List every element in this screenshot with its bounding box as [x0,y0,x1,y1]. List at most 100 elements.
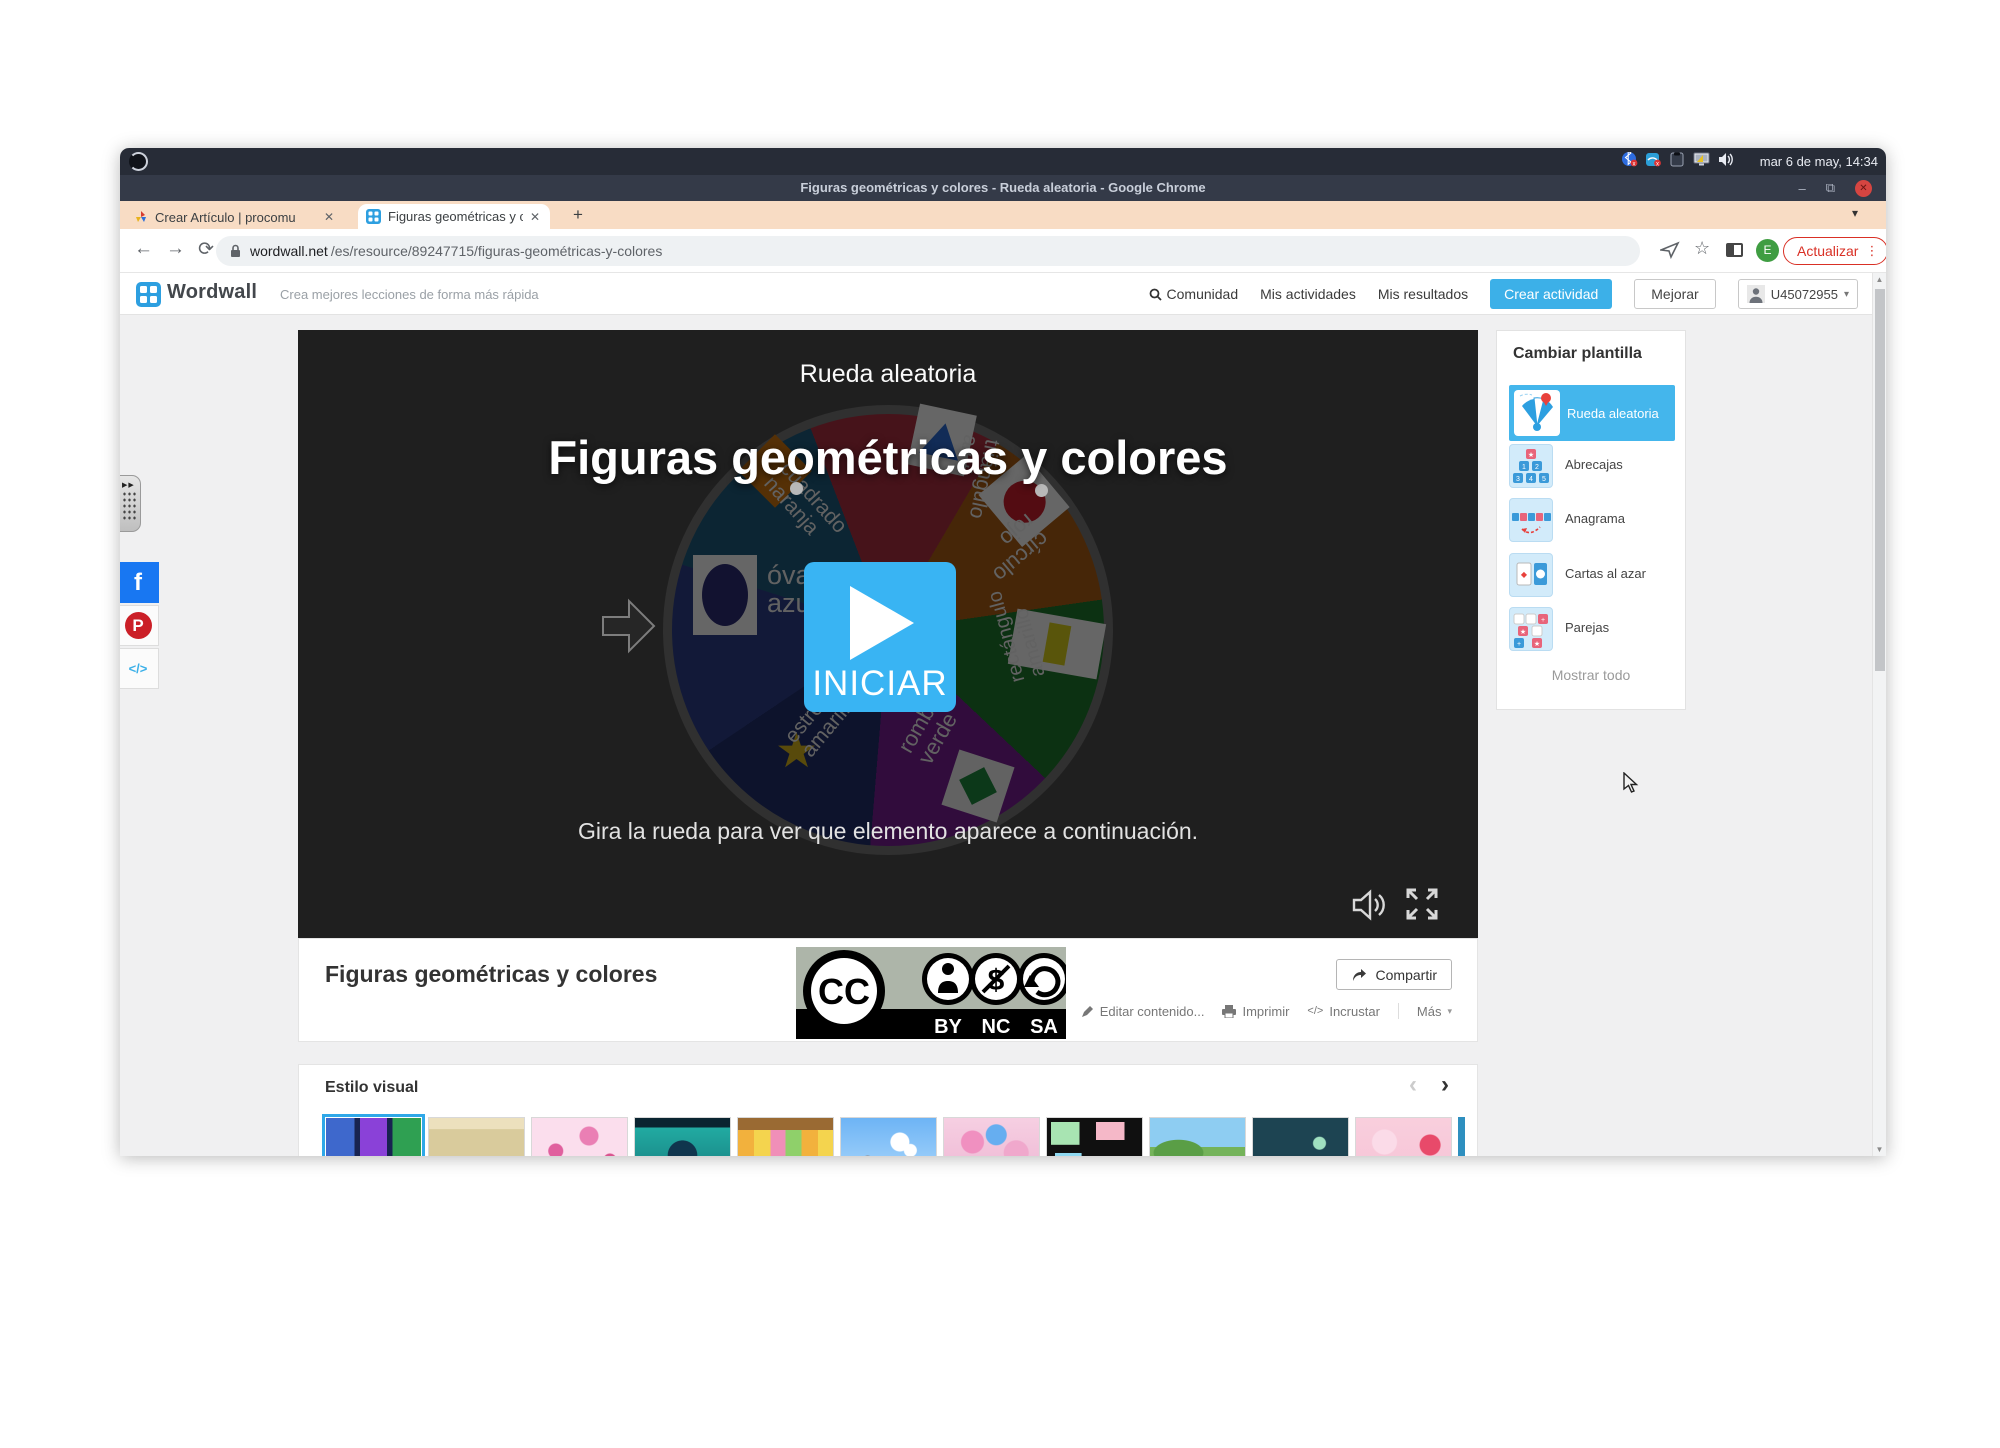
pinterest-share-button[interactable]: P [120,605,159,646]
theme-thumb-spooky[interactable] [1252,1117,1349,1156]
send-to-device-icon[interactable] [1660,241,1680,264]
browser-window: x x mar 6 de may, 14:34 Figuras geométri… [120,148,1886,1156]
template-item-rueda-aleatoria[interactable]: Rueda aleatoria [1509,385,1675,441]
action-label: Editar contenido... [1100,1004,1205,1019]
nav-comunidad[interactable]: Comunidad [1149,286,1239,302]
facebook-share-button[interactable]: f [120,562,159,603]
address-bar[interactable]: wordwall.net /es/resource/89247715/figur… [216,236,1640,266]
svg-text:★: ★ [1520,628,1526,636]
template-label: Anagrama [1565,511,1625,526]
profile-avatar[interactable]: E [1756,239,1779,262]
matching-pairs-icon: + ★ + ★ [1510,608,1552,650]
update-chrome-button[interactable]: Actualizar ⋮ [1783,237,1886,265]
tab-close-icon[interactable]: ✕ [324,210,334,224]
side-panel-icon[interactable] [1726,243,1743,257]
brand-name[interactable]: Wordwall [167,281,257,304]
fullscreen-icon[interactable] [1404,886,1440,922]
tab-search-chevron-icon[interactable]: ▾ [1852,206,1858,220]
embed-code-button[interactable]: </> [120,648,159,689]
svg-text:★: ★ [1534,640,1540,648]
resource-info-card: Figuras geométricas y colores CC $ BY NC… [298,938,1478,1042]
bookmark-star-icon[interactable]: ☆ [1694,238,1710,259]
theme-thumb-clouds[interactable] [840,1117,937,1156]
tab-close-icon[interactable]: ✕ [530,210,540,224]
visual-style-heading: Estilo visual [325,1079,418,1097]
drawer-pull-tab[interactable]: ▶▶ [120,475,141,532]
lock-icon [230,244,241,258]
scroll-down-arrow-icon[interactable]: ▼ [1873,1145,1886,1154]
header-nav: Comunidad Mis actividades Mis resultados… [1149,279,1858,309]
new-tab-button[interactable]: + [566,205,590,225]
workspace-indicator-icon[interactable] [129,152,148,171]
theme-thumb-doors[interactable] [737,1117,834,1156]
page-scrollbar[interactable]: ▲ ▼ [1872,273,1886,1156]
theme-thumb-classic[interactable] [325,1117,422,1156]
theme-thumb-hearts[interactable] [1355,1117,1452,1156]
button-label: Crear actividad [1504,286,1598,302]
scroll-up-arrow-icon[interactable]: ▲ [1873,275,1886,284]
restore-button[interactable]: ⧉ [1826,180,1835,196]
theme-thumb-partial[interactable] [1458,1117,1465,1156]
menu-dots-icon[interactable]: ⋮ [1865,243,1878,259]
theme-thumb-tv-studio[interactable] [634,1117,731,1156]
template-label: Abrecajas [1565,457,1623,472]
user-account-menu[interactable]: U45072955 ▾ [1738,279,1858,309]
change-template-heading: Cambiar plantilla [1513,345,1642,363]
nav-mis-actividades[interactable]: Mis actividades [1260,286,1356,302]
start-game-button[interactable]: INICIAR [804,562,956,712]
template-thumb: ◆ [1509,553,1553,597]
styles-next-chevron-icon[interactable]: › [1441,1071,1449,1099]
volume-icon[interactable] [1717,152,1734,167]
edit-content-link[interactable]: Editar contenido... [1081,1004,1205,1019]
tab-figuras-geometricas[interactable]: Figuras geométricas y co ✕ [358,204,550,229]
wheel-peg [1035,484,1048,497]
scrollbar-thumb[interactable] [1875,289,1885,671]
tab-strip: Crear Artículo | procomu ✕ Figuras geomé… [120,201,1886,229]
svg-text:4: 4 [1529,476,1533,483]
create-activity-button[interactable]: Crear actividad [1490,279,1612,309]
show-all-link[interactable]: Mostrar todo [1497,667,1685,683]
bluetooth-icon[interactable]: x [1621,152,1638,167]
print-link[interactable]: Imprimir [1222,1004,1289,1019]
window-title: Figuras geométricas y colores - Rueda al… [120,175,1886,201]
svg-text:x: x [1633,161,1636,167]
svg-text:+: + [1517,641,1521,648]
pencil-icon [1081,1005,1094,1018]
theme-thumb-landscape[interactable] [1149,1117,1246,1156]
theme-thumb-parchment[interactable] [428,1117,525,1156]
back-button[interactable]: ← [134,238,153,260]
clipboard-icon[interactable] [1669,152,1686,167]
svg-text:+: + [1541,617,1545,624]
template-thumb [1514,390,1560,436]
wordwall-logo-icon[interactable] [136,282,161,307]
theme-thumb-neon-blocks[interactable] [1046,1117,1143,1156]
theme-thumb-balloons[interactable] [943,1117,1040,1156]
embed-link[interactable]: </> Incrustar [1307,1004,1379,1019]
share-arrow-icon [1351,968,1367,982]
cc-by-nc-sa-license-badge[interactable]: CC $ BY NC SA [796,947,1066,1039]
green-rhombus-shape [959,767,997,805]
theme-thumbnails [325,1117,1465,1156]
forward-button[interactable]: → [166,238,185,260]
license-sa: SA [1030,1016,1058,1038]
share-button[interactable]: Compartir [1336,959,1452,990]
network-disabled-icon[interactable]: x [1645,152,1662,167]
user-avatar-icon [1747,285,1765,303]
nav-mis-resultados[interactable]: Mis resultados [1378,286,1468,302]
display-warning-icon[interactable] [1693,152,1710,167]
action-label: Imprimir [1242,1004,1289,1019]
minimize-button[interactable]: – [1798,181,1805,196]
upgrade-button[interactable]: Mejorar [1634,279,1715,309]
reload-button[interactable]: ⟳ [198,238,214,261]
chevron-down-icon: ▾ [1844,289,1849,300]
blue-oval-shape [702,564,748,626]
styles-prev-chevron-icon[interactable]: ‹ [1409,1071,1417,1099]
tab-crear-articulo[interactable]: Crear Artículo | procomu ✕ [126,205,354,229]
more-menu[interactable]: Más ▾ [1417,1004,1452,1019]
system-clock[interactable]: mar 6 de may, 14:34 [1760,148,1878,175]
url-path: /es/resource/89247715/figuras-geométrica… [331,243,663,259]
sound-toggle-icon[interactable] [1350,888,1388,922]
template-thumb: ★ 1 2 3 4 5 [1509,444,1553,488]
theme-thumb-blossom[interactable] [531,1117,628,1156]
close-button[interactable]: ✕ [1855,180,1872,197]
